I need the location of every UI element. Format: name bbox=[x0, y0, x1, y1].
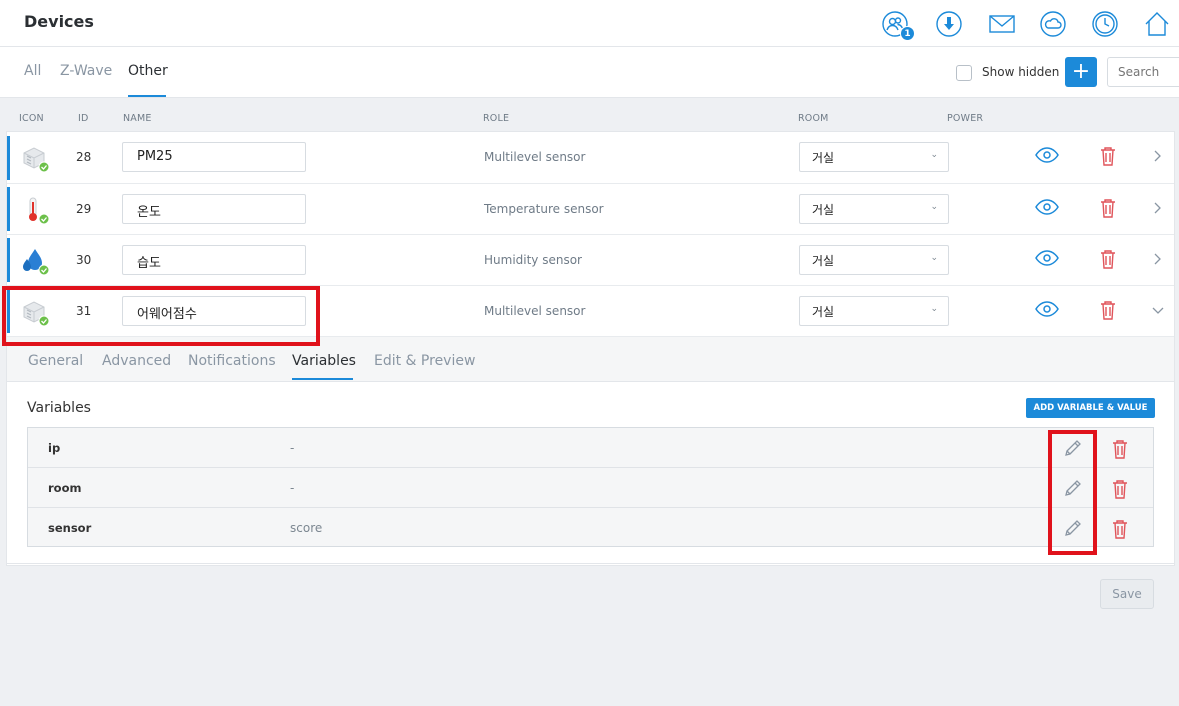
trash-icon[interactable] bbox=[1112, 439, 1128, 459]
trash-icon[interactable] bbox=[1100, 198, 1116, 218]
table-row[interactable]: 30 습도 Humidity sensor 거실 ⌄ bbox=[7, 235, 1174, 286]
humidity-icon bbox=[21, 247, 51, 277]
show-hidden-checkbox[interactable] bbox=[956, 65, 972, 81]
eye-icon[interactable] bbox=[1035, 301, 1059, 317]
home-icon[interactable] bbox=[1143, 10, 1171, 38]
trash-icon[interactable] bbox=[1100, 249, 1116, 269]
variable-key: sensor bbox=[48, 521, 92, 535]
variable-value: score bbox=[290, 521, 323, 535]
column-header-power: POWER bbox=[947, 113, 984, 124]
column-header-icon: ICON bbox=[19, 113, 44, 124]
variable-row: ip - bbox=[28, 428, 1153, 468]
show-hidden-label: Show hidden bbox=[982, 65, 1060, 79]
tab-general[interactable]: General bbox=[28, 353, 83, 369]
multilevel-sensor-icon bbox=[21, 144, 51, 174]
eye-icon[interactable] bbox=[1035, 199, 1059, 215]
table-row[interactable]: 28 PM25 Multilevel sensor 거실 ⌄ bbox=[7, 132, 1174, 184]
tab-advanced[interactable]: Advanced bbox=[102, 353, 171, 369]
active-tab-indicator bbox=[128, 95, 166, 97]
column-header-id: ID bbox=[78, 113, 89, 124]
device-role: Humidity sensor bbox=[484, 253, 582, 267]
eye-icon[interactable] bbox=[1035, 250, 1059, 266]
notification-badge: 1 bbox=[900, 26, 915, 41]
add-variable-button[interactable]: ADD VARIABLE & VALUE bbox=[1026, 398, 1155, 418]
table-row[interactable]: 29 온도 Temperature sensor 거실 ⌄ bbox=[7, 184, 1174, 235]
page-title: Devices bbox=[24, 12, 94, 31]
tab-notifications[interactable]: Notifications bbox=[188, 353, 276, 369]
eye-icon[interactable] bbox=[1035, 147, 1059, 163]
room-select-value: 거실 bbox=[812, 151, 835, 165]
column-header-name: NAME bbox=[123, 113, 152, 124]
trash-icon[interactable] bbox=[1112, 519, 1128, 539]
room-select[interactable]: 거실 ⌄ bbox=[799, 142, 949, 172]
save-button[interactable]: Save bbox=[1100, 579, 1154, 609]
device-name-input[interactable]: 온도 bbox=[122, 194, 306, 224]
device-detail-panel: General Advanced Notifications Variables… bbox=[7, 337, 1174, 565]
variable-key: ip bbox=[48, 441, 61, 455]
device-id: 29 bbox=[76, 202, 92, 216]
variables-table: ip - room - sensor score bbox=[27, 427, 1154, 547]
chevron-down-icon: ⌄ bbox=[930, 304, 938, 314]
room-select[interactable]: 거실 ⌄ bbox=[799, 194, 949, 224]
trash-icon[interactable] bbox=[1100, 300, 1116, 320]
variable-value: - bbox=[290, 481, 295, 495]
device-id: 28 bbox=[76, 150, 92, 164]
device-role: Temperature sensor bbox=[484, 202, 604, 216]
device-table: 28 PM25 Multilevel sensor 거실 ⌄ 29 온도 Temp… bbox=[6, 131, 1175, 566]
room-select[interactable]: 거실 ⌄ bbox=[799, 296, 949, 326]
chevron-down-icon: ⌄ bbox=[930, 150, 938, 160]
highlight-box bbox=[1048, 430, 1097, 555]
mail-icon[interactable] bbox=[987, 10, 1017, 38]
device-name-input[interactable]: 습도 bbox=[122, 245, 306, 275]
download-icon[interactable] bbox=[935, 10, 963, 38]
device-name-input[interactable]: PM25 bbox=[122, 142, 306, 172]
device-id: 30 bbox=[76, 253, 92, 267]
chevron-down-icon[interactable] bbox=[1152, 307, 1164, 315]
device-role: Multilevel sensor bbox=[484, 304, 586, 318]
chevron-down-icon: ⌄ bbox=[930, 253, 938, 263]
chevron-right-icon[interactable] bbox=[1154, 253, 1162, 265]
section-title: Variables bbox=[27, 400, 91, 416]
chevron-right-icon[interactable] bbox=[1154, 150, 1162, 162]
temperature-icon bbox=[21, 196, 51, 226]
variable-key: room bbox=[48, 481, 82, 495]
device-filter-bar: All Z-Wave Other Show hidden + bbox=[0, 47, 1179, 98]
tab-edit-preview[interactable]: Edit & Preview bbox=[374, 353, 475, 369]
chevron-right-icon[interactable] bbox=[1154, 202, 1162, 214]
tab-all[interactable]: All bbox=[24, 63, 41, 79]
row-indicator bbox=[7, 136, 10, 180]
tab-variables[interactable]: Variables bbox=[292, 353, 356, 369]
active-tab-indicator bbox=[292, 378, 353, 380]
divider bbox=[7, 563, 1174, 564]
room-select[interactable]: 거실 ⌄ bbox=[799, 245, 949, 275]
room-select-value: 거실 bbox=[812, 254, 835, 268]
cloud-icon[interactable] bbox=[1039, 10, 1067, 38]
users-icon[interactable]: 1 bbox=[881, 10, 915, 41]
trash-icon[interactable] bbox=[1100, 146, 1116, 166]
variable-row: room - bbox=[28, 468, 1153, 508]
row-indicator bbox=[7, 238, 10, 282]
clock-icon[interactable] bbox=[1091, 10, 1119, 38]
trash-icon[interactable] bbox=[1112, 479, 1128, 499]
chevron-down-icon: ⌄ bbox=[930, 202, 938, 212]
device-role: Multilevel sensor bbox=[484, 150, 586, 164]
row-indicator bbox=[7, 187, 10, 231]
search-input[interactable] bbox=[1107, 57, 1179, 87]
tab-other[interactable]: Other bbox=[128, 63, 168, 79]
highlight-box bbox=[2, 286, 320, 346]
add-device-button[interactable]: + bbox=[1065, 57, 1097, 87]
variables-section: Variables ADD VARIABLE & VALUE ip - room… bbox=[7, 382, 1174, 565]
variable-value: - bbox=[290, 441, 295, 455]
room-select-value: 거실 bbox=[812, 203, 835, 217]
app-header: Devices 1 bbox=[0, 0, 1179, 47]
column-header-room: ROOM bbox=[798, 113, 829, 124]
tab-zwave[interactable]: Z-Wave bbox=[60, 63, 112, 79]
column-header-role: ROLE bbox=[483, 113, 510, 124]
room-select-value: 거실 bbox=[812, 305, 835, 319]
variable-row: sensor score bbox=[28, 508, 1153, 546]
